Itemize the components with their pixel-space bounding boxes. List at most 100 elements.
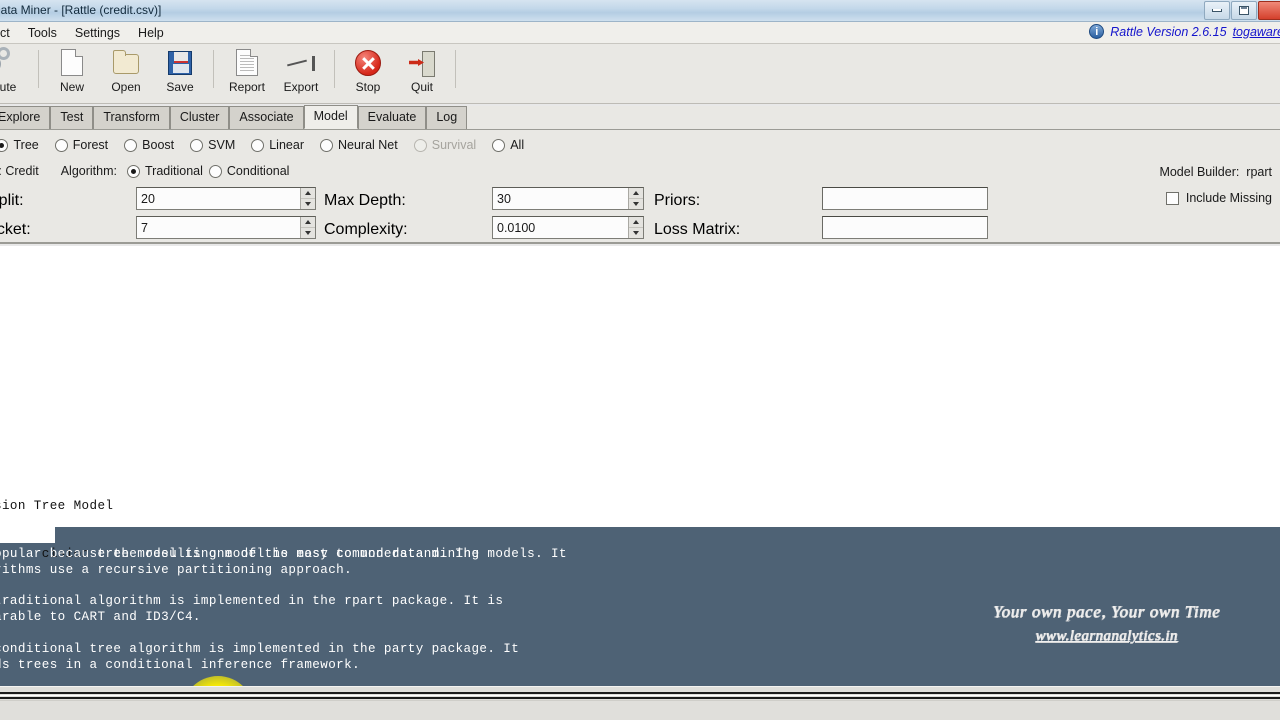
max-depth-decrement-button[interactable] <box>629 199 643 209</box>
min-bucket-spin-buttons[interactable] <box>300 217 315 238</box>
complexity-spin-buttons[interactable] <box>628 217 643 238</box>
radio-boost-icon <box>124 138 138 152</box>
output-line: conditional tree algorithm is implemente… <box>0 642 520 656</box>
toolbar-save-button[interactable]: Save <box>153 44 207 102</box>
toolbar-execute-button[interactable]: cute <box>0 44 32 102</box>
window-controls <box>1204 1 1280 20</box>
radio-all-label: All <box>510 138 525 152</box>
radio-option-all[interactable]: All <box>492 138 524 152</box>
info-icon: i <box>1089 24 1105 39</box>
tab-log[interactable]: Log <box>426 106 468 129</box>
menu-item-tools[interactable]: Tools <box>19 24 66 42</box>
toolbar-open-label: Open <box>111 80 141 94</box>
complexity-input[interactable] <box>493 217 628 238</box>
complexity-spinner[interactable] <box>492 216 644 239</box>
chevron-down-icon <box>633 202 639 206</box>
priors-label: Priors: <box>654 192 701 209</box>
radio-option-conditional[interactable]: Conditional <box>208 164 289 178</box>
toolbar-open-button[interactable]: Open <box>99 44 153 102</box>
min-split-input[interactable] <box>137 188 300 209</box>
close-button[interactable] <box>1258 1 1280 20</box>
min-split-decrement-button[interactable] <box>301 199 315 209</box>
chevron-up-icon <box>633 220 639 224</box>
new-page-icon <box>57 48 87 78</box>
status-bar <box>0 686 1280 720</box>
min-bucket-label: ucket: <box>0 221 31 238</box>
toolbar-export-label: Export <box>283 80 319 94</box>
output-line: ds trees in a conditional inference fram… <box>0 658 361 672</box>
radio-svm-label: SVM <box>208 138 236 152</box>
radio-conditional-icon <box>208 164 222 178</box>
floppy-disk-icon <box>165 48 195 78</box>
min-bucket-spinner[interactable] <box>136 216 316 239</box>
tab-associate[interactable]: Associate <box>229 106 304 129</box>
radio-option-neural-net[interactable]: Neural Net <box>319 138 398 152</box>
loss-matrix-input[interactable] <box>823 217 987 238</box>
radio-survival-label: Survival <box>431 138 477 152</box>
radio-option-forest[interactable]: Forest <box>54 138 109 152</box>
chevron-up-icon <box>305 191 311 195</box>
toolbar-quit-button[interactable]: Quit <box>395 44 449 102</box>
radio-forest-label: Forest <box>72 138 109 152</box>
minimize-icon <box>1212 9 1222 12</box>
toolbar-stop-button[interactable]: Stop <box>341 44 395 102</box>
radio-option-tree[interactable]: Tree <box>0 138 39 152</box>
complexity-label: Complexity: <box>324 221 408 238</box>
complexity-decrement-button[interactable] <box>629 228 643 238</box>
min-split-spin-buttons[interactable] <box>300 188 315 209</box>
toolbar-export-button[interactable]: Export <box>274 44 328 102</box>
tab-explore[interactable]: Explore <box>0 106 51 129</box>
menu-bar: ect Tools Settings Help i Rattle Version… <box>0 22 1280 44</box>
toolbar-report-button[interactable]: Report <box>220 44 274 102</box>
tab-model[interactable]: Model <box>303 105 358 129</box>
radio-option-linear[interactable]: Linear <box>251 138 304 152</box>
min-split-spinner[interactable] <box>136 187 316 210</box>
complexity-increment-button[interactable] <box>629 217 643 228</box>
tab-cluster[interactable]: Cluster <box>169 106 230 129</box>
model-output-textview[interactable]: sion Tree Model cision tree model is one… <box>0 246 1280 686</box>
toolbar-new-button[interactable]: New <box>45 44 99 102</box>
max-depth-increment-button[interactable] <box>629 188 643 199</box>
minimize-button[interactable] <box>1204 1 1230 20</box>
tab-evaluate[interactable]: Evaluate <box>357 106 427 129</box>
gear-icon <box>0 47 20 78</box>
toolbar-separator <box>38 50 39 88</box>
restore-button[interactable] <box>1231 1 1257 20</box>
model-builder-value: rpart <box>1246 165 1272 179</box>
output-heading: sion Tree Model <box>0 499 114 513</box>
min-split-increment-button[interactable] <box>301 188 315 199</box>
min-bucket-increment-button[interactable] <box>301 217 315 228</box>
priors-input[interactable] <box>823 188 987 209</box>
max-depth-spinner[interactable] <box>492 187 644 210</box>
togaware-link[interactable]: togaware <box>1233 25 1280 39</box>
radio-boost-label: Boost <box>142 138 175 152</box>
chevron-up-icon <box>305 220 311 224</box>
radio-option-svm[interactable]: SVM <box>190 138 235 152</box>
radio-neural-net-label: Neural Net <box>337 138 398 152</box>
radio-option-boost[interactable]: Boost <box>124 138 174 152</box>
checkbox-icon <box>1165 191 1179 205</box>
menu-item-settings[interactable]: Settings <box>66 24 129 42</box>
status-divider <box>0 695 1280 696</box>
menu-item-project[interactable]: ect <box>0 24 19 42</box>
toolbar-stop-label: Stop <box>355 80 381 94</box>
loss-matrix-label: Loss Matrix: <box>654 221 741 238</box>
radio-traditional-icon <box>127 164 140 178</box>
radio-option-traditional[interactable]: Traditional <box>127 164 203 178</box>
toolbar-quit-label: Quit <box>410 80 433 94</box>
min-bucket-input[interactable] <box>137 217 300 238</box>
toolbar-separator <box>334 50 335 88</box>
target-label: et: Credit <box>0 164 39 178</box>
tab-transform[interactable]: Transform <box>93 106 170 129</box>
menu-item-help[interactable]: Help <box>129 24 173 42</box>
loss-matrix-field[interactable] <box>822 216 988 239</box>
min-bucket-decrement-button[interactable] <box>301 228 315 238</box>
priors-field[interactable] <box>822 187 988 210</box>
algorithm-label: Algorithm: <box>60 164 117 178</box>
max-depth-spin-buttons[interactable] <box>628 188 643 209</box>
include-missing-checkbox[interactable]: Include Missing <box>1165 191 1272 205</box>
status-divider <box>0 700 1280 701</box>
tab-test[interactable]: Test <box>50 106 94 129</box>
max-depth-input[interactable] <box>493 188 628 209</box>
tab-bar: Explore Test Transform Cluster Associate… <box>0 105 1280 130</box>
